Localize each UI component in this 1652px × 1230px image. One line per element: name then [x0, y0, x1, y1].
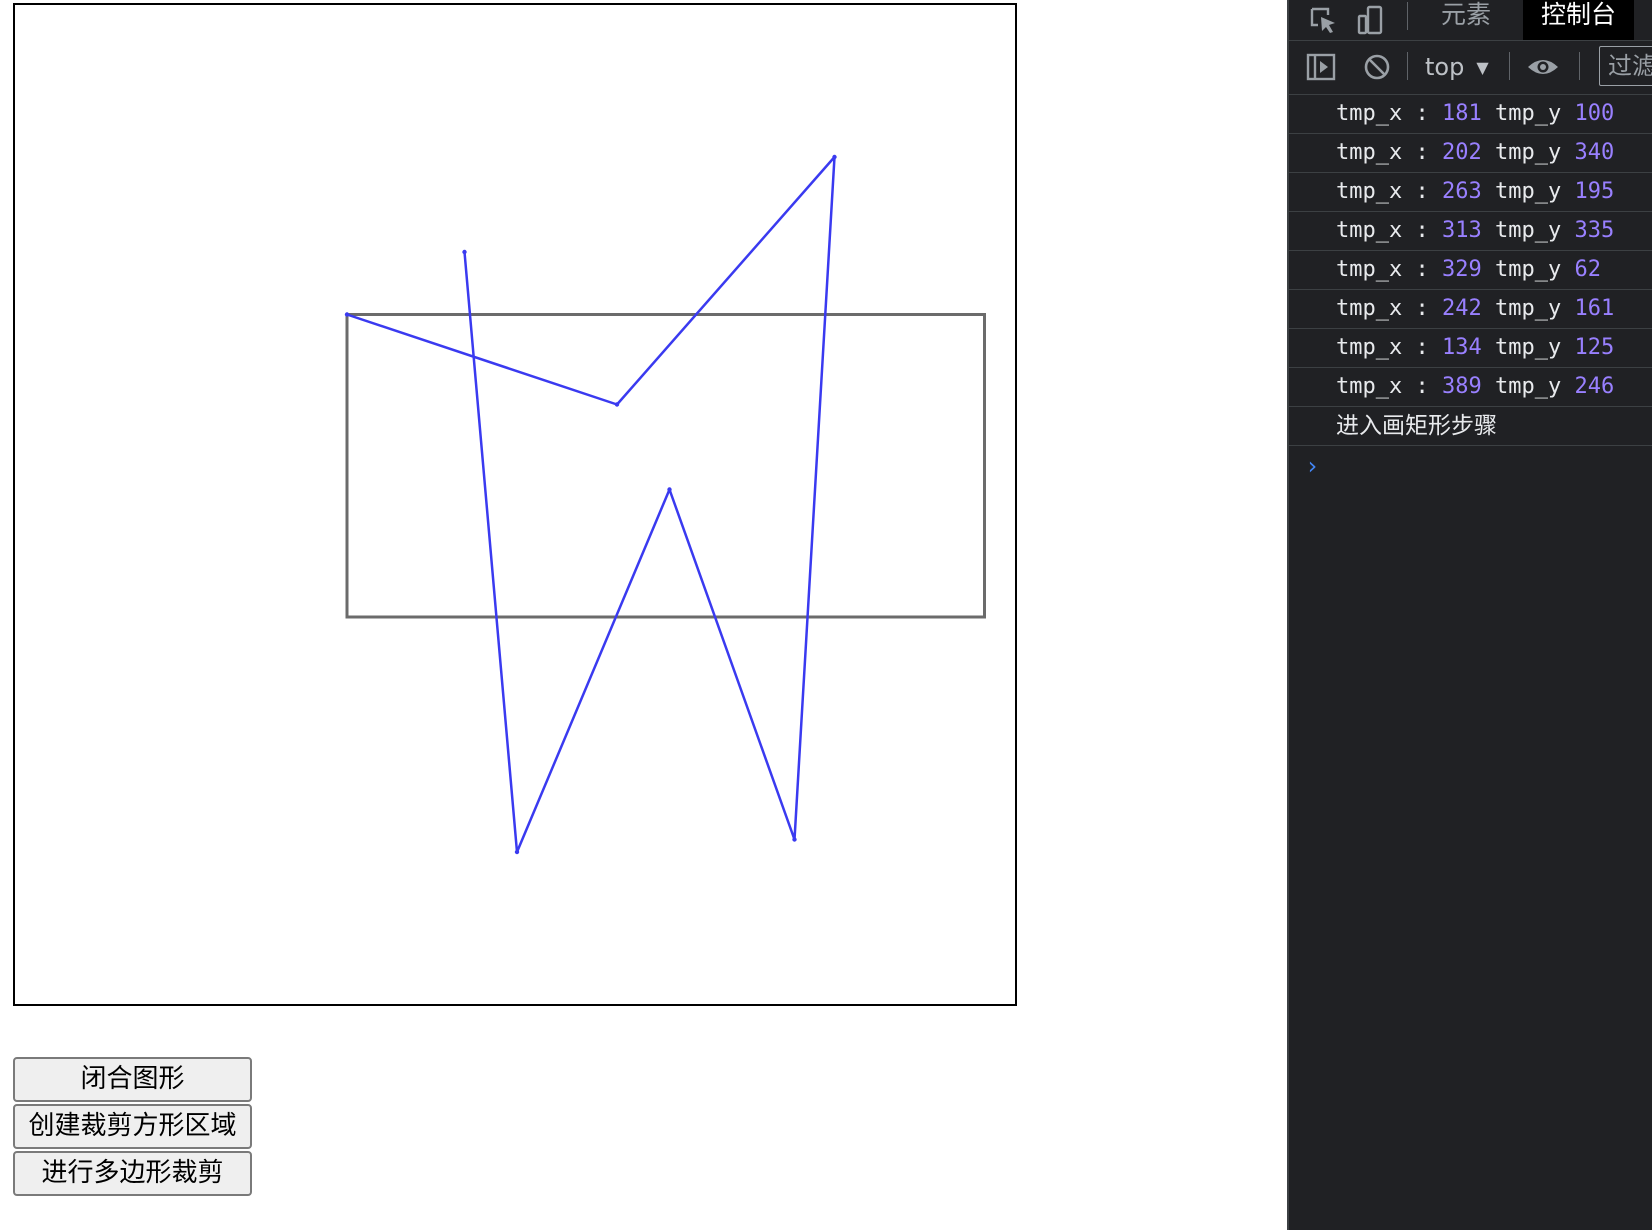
console-log-row: tmp_x : 329 tmp_y 62 — [1289, 251, 1652, 290]
log-label-y: tmp_y — [1494, 257, 1562, 282]
log-label-x: tmp_x : — [1336, 140, 1429, 165]
drawing-canvas[interactable] — [13, 3, 1017, 1006]
tab-elements[interactable]: 元素 — [1423, 0, 1509, 40]
polygon-vertex — [792, 837, 797, 842]
clear-console-icon[interactable] — [1359, 40, 1395, 94]
log-label-x: tmp_x : — [1336, 101, 1429, 126]
close-shape-button[interactable]: 闭合图形 — [13, 1057, 252, 1102]
log-value-y: 161 — [1574, 296, 1615, 321]
clip-rectangle — [345, 313, 986, 619]
console-messages: tmp_x : 181 tmp_y 100 tmp_x : 202 tmp_y 3… — [1289, 95, 1652, 486]
sidebar-toggle-icon[interactable] — [1303, 40, 1339, 94]
log-value-x: 389 — [1441, 374, 1482, 399]
log-label-y: tmp_y — [1494, 335, 1562, 360]
log-value-x: 181 — [1441, 101, 1482, 126]
canvas-drawing — [344, 154, 986, 855]
log-label-x: tmp_x : — [1336, 296, 1429, 321]
toolbar-separator-2 — [1509, 52, 1510, 80]
log-label-x: tmp_x : — [1336, 179, 1429, 204]
console-log-row: tmp_x : 263 tmp_y 195 — [1289, 173, 1652, 212]
device-toggle-icon[interactable] — [1351, 0, 1391, 40]
live-expression-eye-icon[interactable] — [1523, 40, 1563, 94]
create-clip-rect-button[interactable]: 创建裁剪方形区域 — [13, 1104, 252, 1149]
devtools-tabbar: 元素 控制台 — [1289, 0, 1652, 41]
console-log-row: tmp_x : 134 tmp_y 125 — [1289, 329, 1652, 368]
log-value-y: 125 — [1574, 335, 1615, 360]
log-value-y: 195 — [1574, 179, 1615, 204]
log-label-x: tmp_x : — [1336, 335, 1429, 360]
console-log-row: tmp_x : 242 tmp_y 161 — [1289, 290, 1652, 329]
log-label-y: tmp_y — [1494, 374, 1562, 399]
log-value-x: 263 — [1441, 179, 1482, 204]
console-log-row: tmp_x : 313 tmp_y 335 — [1289, 212, 1652, 251]
log-label-y: tmp_y — [1494, 218, 1562, 243]
log-label-y: tmp_y — [1494, 179, 1562, 204]
polygon-vertex — [832, 154, 837, 160]
user-polygon — [346, 155, 836, 854]
console-log-row: tmp_x : 389 tmp_y 246 — [1289, 368, 1652, 407]
dropdown-caret-icon: ▼ — [1476, 57, 1489, 77]
log-label-y: tmp_y — [1494, 296, 1562, 321]
toolbar-separator — [1407, 52, 1408, 80]
polygon-clip-button[interactable]: 进行多边形裁剪 — [13, 1151, 252, 1196]
log-value-x: 202 — [1441, 140, 1482, 165]
polygon-vertex — [667, 487, 672, 492]
console-log-row: tmp_x : 202 tmp_y 340 — [1289, 134, 1652, 173]
log-label-y: tmp_y — [1494, 101, 1562, 126]
log-label-x: tmp_x : — [1336, 257, 1429, 282]
inspect-element-icon[interactable] — [1303, 0, 1343, 40]
tab-console[interactable]: 控制台 — [1523, 0, 1635, 40]
console-prompt[interactable]: › — [1289, 446, 1652, 486]
log-value-y: 62 — [1574, 257, 1601, 282]
log-value-x: 329 — [1441, 257, 1482, 282]
page: 闭合图形 创建裁剪方形区域 进行多边形裁剪 元素 控制台 top ▼ 过滤 tm… — [0, 0, 1652, 1230]
polygon-vertex — [614, 402, 620, 407]
log-value-y: 335 — [1574, 218, 1615, 243]
console-filter-input[interactable]: 过滤 — [1599, 46, 1652, 86]
console-log-row: tmp_x : 181 tmp_y 100 — [1289, 95, 1652, 134]
log-value-x: 134 — [1441, 335, 1482, 360]
devtools-panel: 元素 控制台 top ▼ 过滤 tmp_x: 181 tmp_y 100 tm… — [1287, 0, 1652, 1230]
log-label-x: tmp_x : — [1336, 218, 1429, 243]
tab-separator — [1407, 2, 1408, 30]
log-value-y: 100 — [1574, 101, 1615, 126]
log-label-y: tmp_y — [1494, 140, 1562, 165]
toolbar-separator-3 — [1579, 52, 1580, 80]
log-value-y: 340 — [1574, 140, 1615, 165]
context-selector[interactable]: top ▼ — [1425, 40, 1489, 94]
log-value-x: 242 — [1441, 296, 1482, 321]
polygon-vertex — [514, 849, 520, 855]
console-message: 进入画矩形步骤 — [1289, 407, 1652, 446]
console-toolbar: top ▼ 过滤 — [1289, 40, 1652, 95]
context-value: top — [1425, 53, 1465, 81]
polygon-vertex — [344, 312, 350, 317]
log-value-y: 246 — [1574, 374, 1615, 399]
log-value-x: 313 — [1441, 218, 1482, 243]
polygon-vertex — [462, 249, 467, 255]
log-label-x: tmp_x : — [1336, 374, 1429, 399]
